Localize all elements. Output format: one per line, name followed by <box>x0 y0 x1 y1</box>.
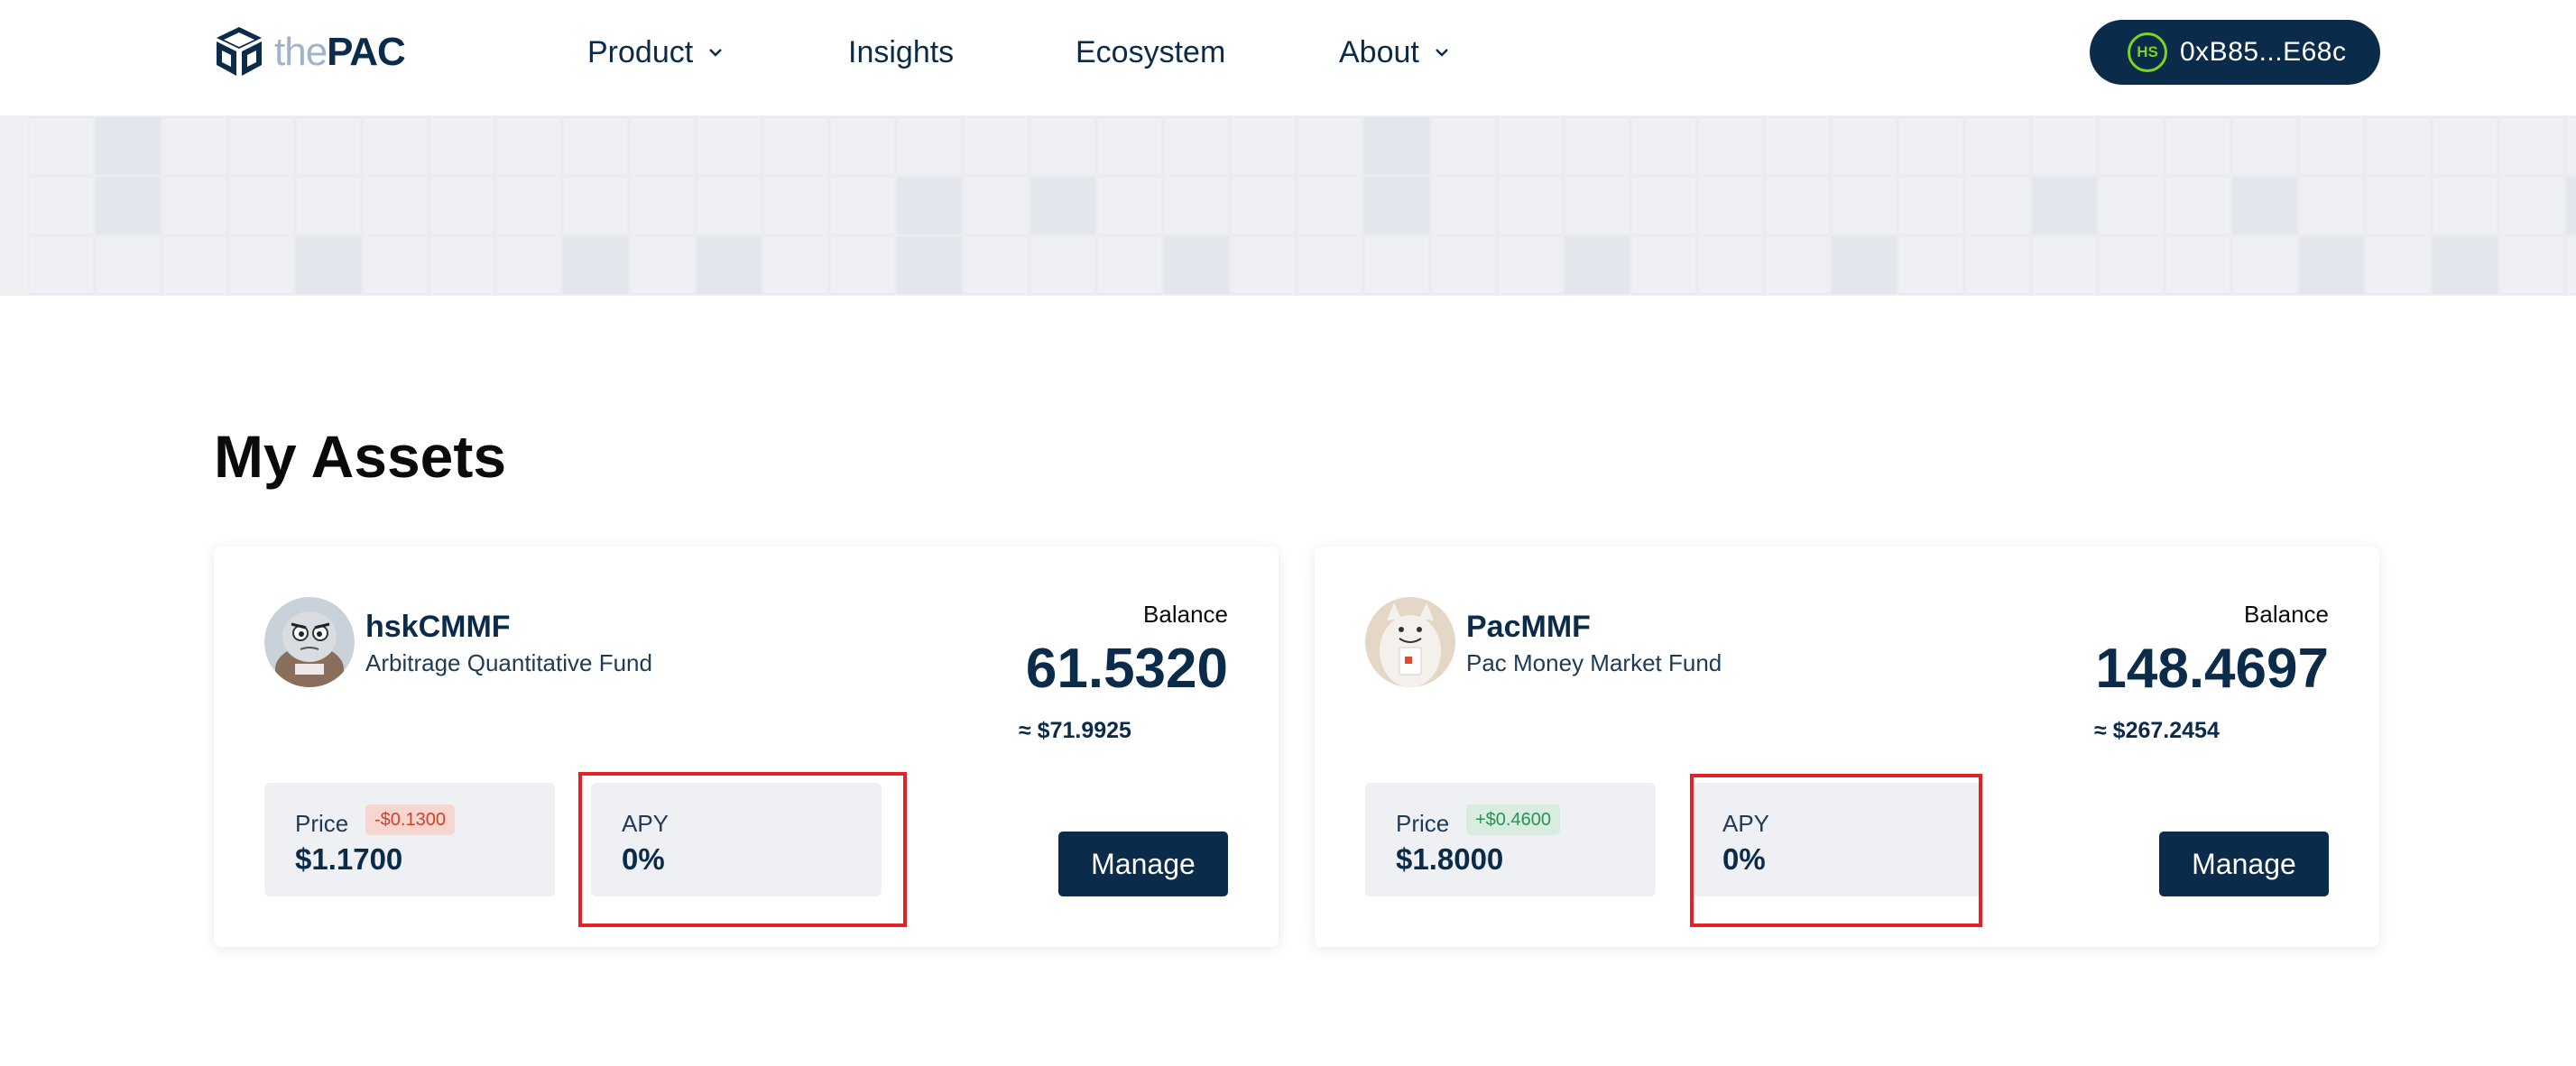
fund-name: hskCMMF <box>365 610 511 644</box>
nav-product[interactable]: Product <box>587 32 725 72</box>
nav-insights-label: Insights <box>848 34 955 69</box>
chevron-down-icon <box>1436 49 1448 57</box>
nav-insights[interactable]: Insights <box>848 32 954 72</box>
nav-about-label: About <box>1339 34 1419 69</box>
cube-logo-icon <box>217 27 262 76</box>
price-box: Price -$0.1300 $1.1700 <box>264 783 555 896</box>
fund-description: Arbitrage Quantitative Fund <box>365 649 652 676</box>
balance-label: Balance <box>1143 601 1228 628</box>
balance-value: 61.5320 <box>1025 638 1228 700</box>
price-label: Price <box>295 810 349 837</box>
chevron-down-icon <box>709 49 723 57</box>
fund-description: Pac Money Market Fund <box>1466 649 1722 676</box>
price-change-badge: +$0.4600 <box>1466 804 1560 835</box>
wallet-network-badge: HS <box>2128 32 2167 72</box>
manage-button[interactable]: Manage <box>1058 832 1228 896</box>
fund-avatar <box>264 597 355 687</box>
asset-card: PacMMF Pac Money Market Fund Balance 148… <box>1315 547 2379 947</box>
cartoon-face-avatar-icon <box>264 597 355 687</box>
price-change-badge: -$0.1300 <box>365 804 455 835</box>
wallet-button[interactable]: HS 0xB85...E68c <box>2090 20 2380 85</box>
logo-main: PAC <box>327 30 406 74</box>
nav-ecosystem-label: Ecosystem <box>1076 34 1226 69</box>
cat-with-card-avatar-icon <box>1365 597 1455 687</box>
hero-banner <box>0 115 2576 296</box>
fund-avatar <box>1365 597 1455 687</box>
manage-button[interactable]: Manage <box>2159 832 2329 896</box>
apy-label: APY <box>1722 810 1770 837</box>
logo[interactable]: thePAC <box>211 23 406 81</box>
logo-prefix: the <box>274 30 328 74</box>
price-label: Price <box>1396 810 1450 837</box>
wallet-address: 0xB85...E68c <box>2180 37 2347 67</box>
balance-usd: ≈ $71.9925 <box>1019 718 1131 743</box>
page-title: My Assets <box>214 423 507 490</box>
nav-ecosystem[interactable]: Ecosystem <box>1076 32 1225 72</box>
nav-product-label: Product <box>587 34 694 69</box>
balance-value: 148.4697 <box>2095 638 2329 700</box>
apy-box: APY 0% <box>591 783 882 896</box>
balance-label: Balance <box>2244 601 2329 628</box>
nav-about[interactable]: About <box>1339 32 1452 72</box>
fund-name: PacMMF <box>1466 610 1591 644</box>
asset-card: hskCMMF Arbitrage Quantitative Fund Bala… <box>214 547 1279 947</box>
price-value: $1.1700 <box>295 842 403 876</box>
balance-usd: ≈ $267.2454 <box>2094 718 2220 743</box>
top-nav: thePAC Product Insights Ecosystem About … <box>0 0 2576 115</box>
banner-grid-pattern <box>28 116 2576 295</box>
apy-value: 0% <box>622 842 665 876</box>
apy-value: 0% <box>1722 842 1766 876</box>
price-box: Price +$0.4600 $1.8000 <box>1365 783 1656 896</box>
price-value: $1.8000 <box>1396 842 1504 876</box>
apy-box: APY 0% <box>1692 783 1982 896</box>
apy-label: APY <box>622 810 669 837</box>
